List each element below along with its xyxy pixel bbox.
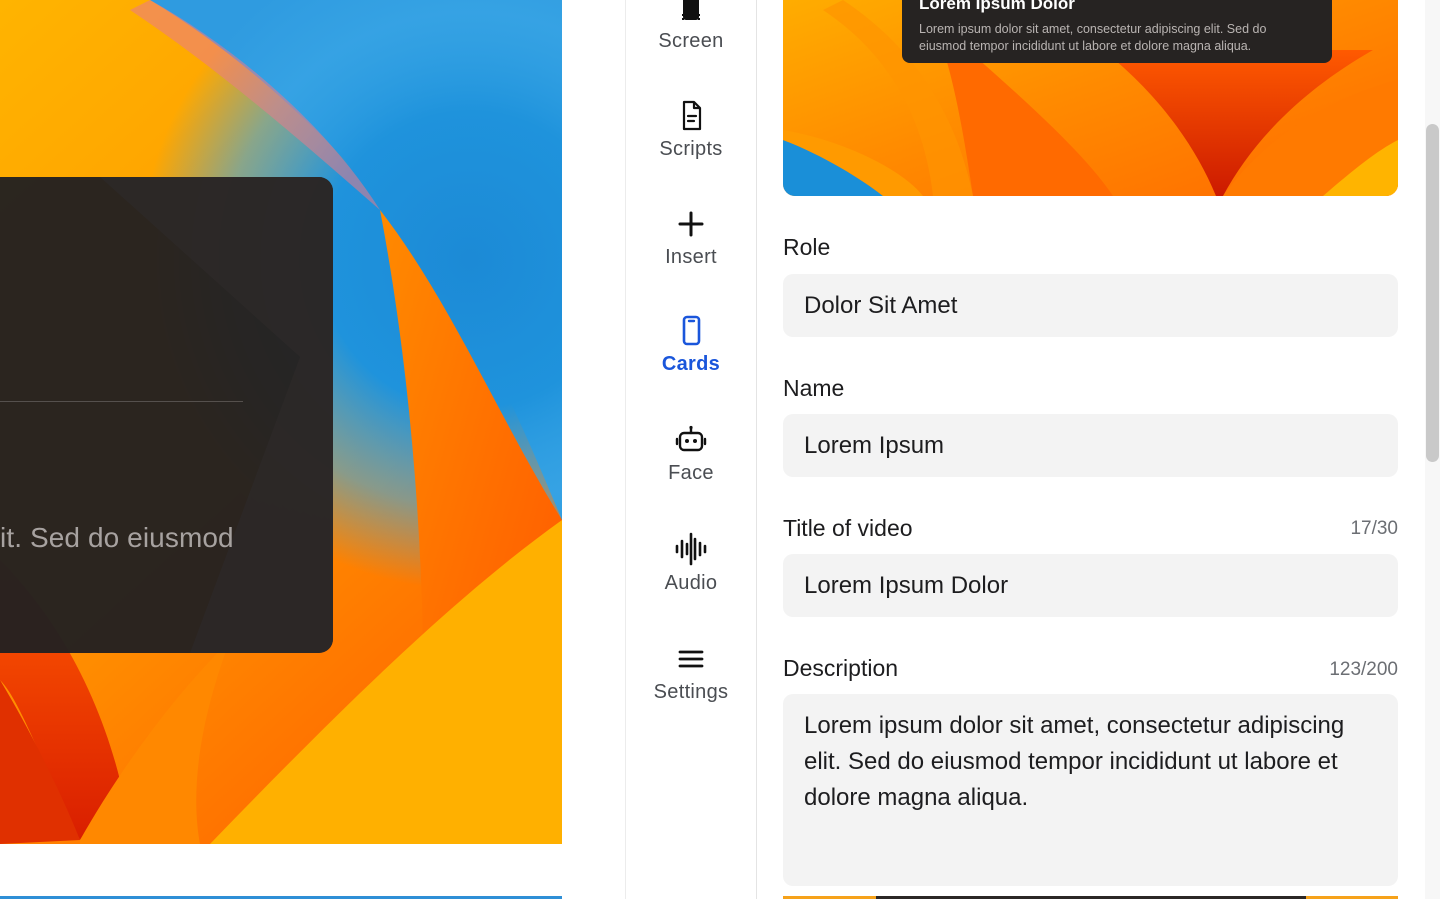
rail-label-audio: Audio <box>664 572 718 594</box>
name-label: Name <box>783 375 845 401</box>
rail-item-settings[interactable]: Settings <box>626 643 756 704</box>
rail-label-face: Face <box>668 462 714 484</box>
video-title-value: Lorem Ipsum Dolor <box>804 571 1009 599</box>
plus-icon <box>675 208 707 240</box>
scrollbar-thumb[interactable] <box>1426 124 1439 462</box>
rail-label-cards: Cards <box>661 353 721 375</box>
robot-face-icon <box>675 424 707 456</box>
overlay-caption: it. Sed do eiusmod <box>0 522 234 553</box>
rail-label-scripts: Scripts <box>659 138 723 160</box>
rail-item-audio[interactable]: Audio <box>626 532 756 595</box>
tool-rail: Screen Scripts Insert Cards Face Audio S… <box>625 0 758 899</box>
rail-item-insert[interactable]: Insert <box>626 208 756 269</box>
rail-item-scripts[interactable]: Scripts <box>626 100 756 161</box>
video-title-label: Title of video <box>783 515 913 541</box>
screen-icon <box>675 0 707 24</box>
rail-item-screen[interactable]: Screen <box>626 0 756 53</box>
description-textarea[interactable]: Lorem ipsum dolor sit amet, consectetur … <box>783 694 1398 886</box>
card-overlay-title: Lorem Ipsum Dolor <box>919 0 1075 13</box>
menu-lines-icon <box>675 643 707 675</box>
overlay-divider <box>0 401 243 402</box>
document-icon <box>675 100 707 132</box>
rail-item-cards[interactable]: Cards <box>626 315 756 376</box>
name-value: Lorem Ipsum <box>804 431 945 459</box>
role-value: Dolor Sit Amet <box>804 291 958 319</box>
rail-label-insert: Insert <box>665 246 717 268</box>
card-thumbnail: Lorem Ipsum Dolor Lorem ipsum dolor sit … <box>783 0 1398 196</box>
rail-label-settings: Settings <box>653 681 729 703</box>
video-preview: it. Sed do eiusmod <box>0 0 562 844</box>
card-overlay-body: Lorem ipsum dolor sit amet, consectetur … <box>919 22 1267 53</box>
video-title-field[interactable]: Lorem Ipsum Dolor <box>783 554 1398 617</box>
overlay-sheen <box>100 177 333 653</box>
role-label: Role <box>783 234 831 260</box>
description-counter: 123/200 <box>1329 659 1398 680</box>
name-field[interactable]: Lorem Ipsum <box>783 414 1398 477</box>
description-label: Description <box>783 655 899 681</box>
rail-label-screen: Screen <box>658 30 724 52</box>
waveform-icon <box>674 532 708 566</box>
role-field[interactable]: Dolor Sit Amet <box>783 274 1398 337</box>
phone-card-icon <box>675 315 707 347</box>
overlay-card: it. Sed do eiusmod <box>0 177 333 653</box>
card-overlay-preview: Lorem Ipsum Dolor Lorem ipsum dolor sit … <box>902 0 1332 63</box>
description-value: Lorem ipsum dolor sit amet, consectetur … <box>804 712 1345 811</box>
video-title-counter: 17/30 <box>1350 518 1398 539</box>
rail-item-face[interactable]: Face <box>626 424 756 485</box>
card-settings-panel: Lorem Ipsum Dolor Lorem ipsum dolor sit … <box>757 0 1425 899</box>
